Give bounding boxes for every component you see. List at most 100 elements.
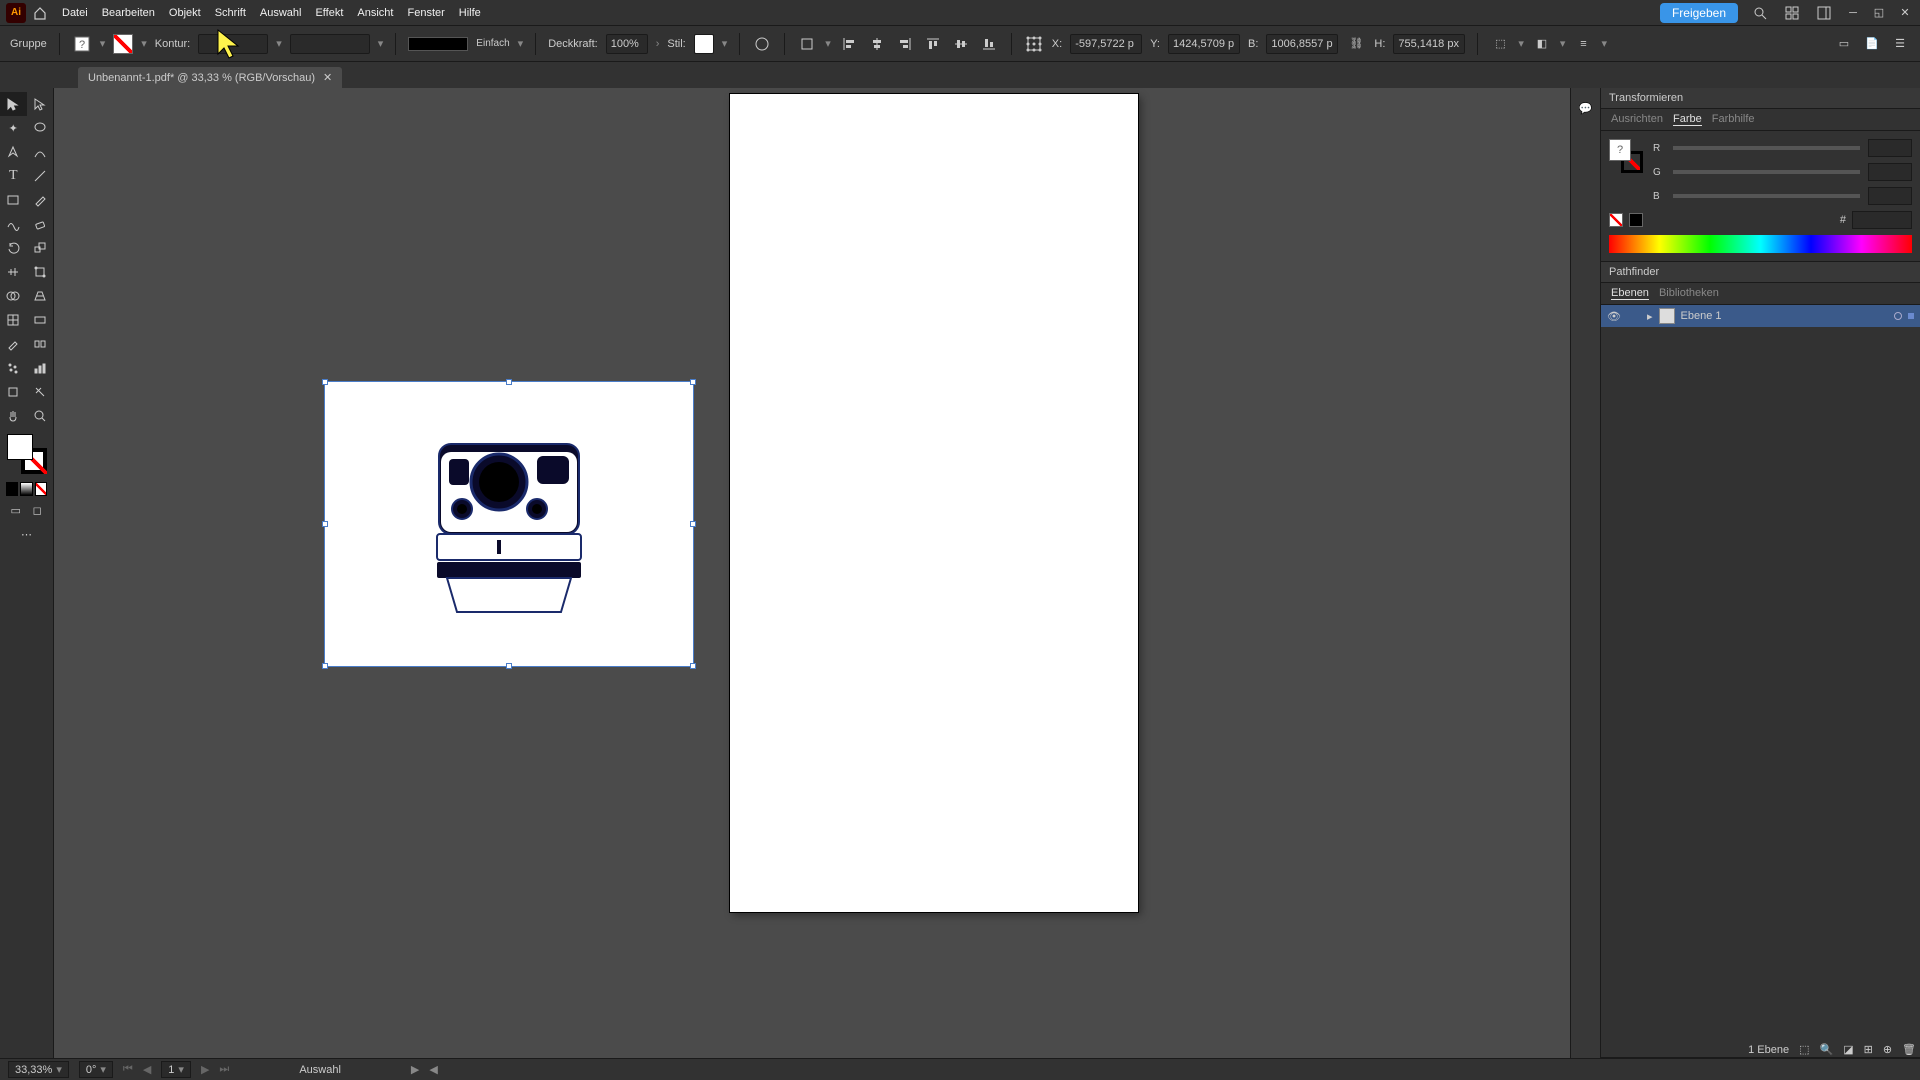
layer-row[interactable]: 👁 ▸ Ebene 1 xyxy=(1601,305,1920,327)
color-mode-gradient[interactable] xyxy=(20,482,32,496)
style-field[interactable] xyxy=(694,34,714,54)
w-field[interactable]: 1006,8557 p xyxy=(1266,34,1338,54)
new-sublayer-icon[interactable]: ⊞ xyxy=(1864,1043,1873,1056)
recolor-icon[interactable] xyxy=(752,34,772,54)
screen-mode-full-icon[interactable]: ◻ xyxy=(28,500,48,520)
new-layer-icon[interactable]: ⊕ xyxy=(1883,1043,1892,1056)
line-tool[interactable] xyxy=(27,164,54,188)
rotation-field[interactable]: 0° ▾ xyxy=(79,1061,113,1078)
workspace-icon[interactable] xyxy=(1814,3,1834,23)
align-top-icon[interactable] xyxy=(923,34,943,54)
h-field[interactable]: 755,1418 px xyxy=(1393,34,1465,54)
menu-bearbeiten[interactable]: Bearbeiten xyxy=(102,7,155,19)
shaper-tool[interactable] xyxy=(0,212,27,236)
expand-layer-icon[interactable]: ▸ xyxy=(1647,310,1653,323)
canvas[interactable] xyxy=(54,88,1570,1058)
tab-align[interactable]: Ausrichten xyxy=(1611,113,1663,126)
curvature-tool[interactable] xyxy=(27,140,54,164)
paintbrush-tool[interactable] xyxy=(27,188,54,212)
menu-ansicht[interactable]: Ansicht xyxy=(357,7,393,19)
b-value-field[interactable] xyxy=(1868,187,1912,205)
align-left-icon[interactable] xyxy=(839,34,859,54)
blend-tool[interactable] xyxy=(27,332,54,356)
color-fill-stroke-icon[interactable]: ? xyxy=(1609,139,1643,173)
menu-objekt[interactable]: Objekt xyxy=(169,7,201,19)
make-clipping-icon[interactable]: ◪ xyxy=(1843,1043,1853,1056)
status-prev-icon[interactable]: ◀ xyxy=(429,1063,437,1076)
selection-tool[interactable] xyxy=(0,92,27,116)
menu-fenster[interactable]: Fenster xyxy=(407,7,444,19)
minimize-icon[interactable]: ─ xyxy=(1846,6,1860,20)
fill-stroke-indicator[interactable] xyxy=(7,434,47,474)
tab-close-icon[interactable]: ✕ xyxy=(323,71,332,84)
selected-group[interactable] xyxy=(324,381,694,667)
r-slider[interactable] xyxy=(1673,146,1860,150)
align-hcenter-icon[interactable] xyxy=(867,34,887,54)
menu-effekt[interactable]: Effekt xyxy=(315,7,343,19)
locate-layer-icon[interactable]: ⬚ xyxy=(1799,1043,1809,1056)
graph-tool[interactable] xyxy=(27,356,54,380)
edit-toolbar-icon[interactable]: ⋯ xyxy=(0,522,53,546)
arrange-menu-icon[interactable]: ≡ xyxy=(1573,34,1593,54)
tab-color[interactable]: Farbe xyxy=(1673,113,1702,126)
opacity-field[interactable]: 100% xyxy=(606,34,648,54)
gradient-tool[interactable] xyxy=(27,308,54,332)
visibility-icon[interactable]: 👁 xyxy=(1607,310,1621,323)
status-play-icon[interactable]: ▶ xyxy=(411,1063,419,1076)
link-wh-icon[interactable]: ⛓ xyxy=(1346,34,1366,54)
transform-ref-icon[interactable] xyxy=(1024,34,1044,54)
stroke-weight-field[interactable] xyxy=(198,34,268,54)
pen-tool[interactable] xyxy=(0,140,27,164)
artboard-nav-first-icon[interactable]: ⏮ xyxy=(123,1063,133,1076)
shape-builder-tool[interactable] xyxy=(0,284,27,308)
color-mode-solid[interactable] xyxy=(6,482,18,496)
home-icon[interactable] xyxy=(32,5,48,21)
symbol-sprayer-tool[interactable] xyxy=(0,356,27,380)
perspective-tool[interactable] xyxy=(27,284,54,308)
shape-mode-icon[interactable]: ⬚ xyxy=(1490,34,1510,54)
fill-swatch-icon[interactable]: ? xyxy=(72,34,92,54)
isolate-icon[interactable]: ◧ xyxy=(1532,34,1552,54)
stroke-profile-field[interactable] xyxy=(290,34,370,54)
x-field[interactable]: -597,5722 p xyxy=(1070,34,1142,54)
direct-selection-tool[interactable] xyxy=(27,92,54,116)
rectangle-tool[interactable] xyxy=(0,188,27,212)
r-value-field[interactable] xyxy=(1868,139,1912,157)
rotate-tool[interactable] xyxy=(0,236,27,260)
mesh-tool[interactable] xyxy=(0,308,27,332)
layer-target-icon[interactable] xyxy=(1894,312,1902,320)
align-bottom-icon[interactable] xyxy=(979,34,999,54)
menu-auswahl[interactable]: Auswahl xyxy=(260,7,302,19)
artboard-tool[interactable] xyxy=(0,380,27,404)
document-tab[interactable]: Unbenannt-1.pdf* @ 33,33 % (RGB/Vorschau… xyxy=(78,67,342,88)
artboard-nav-next-icon[interactable]: ▶ xyxy=(201,1063,209,1076)
tab-libraries[interactable]: Bibliotheken xyxy=(1659,287,1719,300)
layer-name[interactable]: Ebene 1 xyxy=(1681,310,1722,322)
black-swatch-icon[interactable] xyxy=(1629,213,1643,227)
lasso-tool[interactable] xyxy=(27,116,54,140)
menu-datei[interactable]: Datei xyxy=(62,7,88,19)
search-layer-icon[interactable]: 🔍 xyxy=(1819,1043,1833,1056)
magic-wand-tool[interactable]: ✦ xyxy=(0,116,27,140)
delete-layer-icon[interactable]: 🗑 xyxy=(1902,1043,1916,1056)
color-mode-none[interactable] xyxy=(35,482,47,496)
none-swatch-icon[interactable] xyxy=(1609,213,1623,227)
arrange-icon[interactable] xyxy=(1782,3,1802,23)
artboard-number-field[interactable]: 1 ▾ xyxy=(161,1061,191,1078)
eraser-tool[interactable] xyxy=(27,212,54,236)
color-spectrum[interactable] xyxy=(1609,235,1912,253)
menu-hilfe[interactable]: Hilfe xyxy=(459,7,481,19)
hand-tool[interactable] xyxy=(0,404,27,428)
prefs-icon[interactable]: ☰ xyxy=(1890,34,1910,54)
close-icon[interactable]: ✕ xyxy=(1898,6,1912,20)
share-button[interactable]: Freigeben xyxy=(1660,3,1738,23)
scale-tool[interactable] xyxy=(27,236,54,260)
maximize-icon[interactable]: ◱ xyxy=(1872,6,1886,20)
width-tool[interactable] xyxy=(0,260,27,284)
g-slider[interactable] xyxy=(1673,170,1860,174)
align-vcenter-icon[interactable] xyxy=(951,34,971,54)
free-transform-tool[interactable] xyxy=(27,260,54,284)
properties-panel-icon[interactable]: 💬 xyxy=(1574,96,1598,120)
tab-colorguide[interactable]: Farbhilfe xyxy=(1712,113,1755,126)
brush-field[interactable] xyxy=(408,37,468,51)
